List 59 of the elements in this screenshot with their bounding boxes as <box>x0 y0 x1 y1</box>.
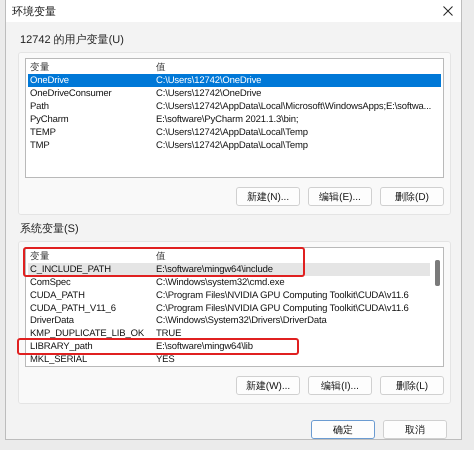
variable-row[interactable]: MKL_SERIAL YES <box>28 353 430 366</box>
group-label: 12742 的用户变量(U) <box>20 32 125 47</box>
variable-row[interactable]: DriverData C:\Windows\System32\Drivers\DriverData <box>28 314 430 328</box>
variable-row[interactable]: KMP_DUPLICATE_LIB_OK TRUE <box>28 327 430 340</box>
variable-value: C:\Users\12742\AppData\Local\Microsoft\WindowsApps;E:\softwa... <box>156 101 432 112</box>
variable-value: C:\Users\12742\AppData\Local\Temp <box>156 127 309 138</box>
variable-value: C:\Windows\system32\cmd.exe <box>156 276 286 288</box>
variable-name: OneDriveConsumer <box>29 88 113 99</box>
group-label: 系统变量(S) <box>20 222 80 236</box>
close-icon[interactable] <box>443 6 453 16</box>
action-button[interactable]: 删除(L) <box>380 376 444 395</box>
variable-name: MKL_SERIAL <box>29 354 88 366</box>
column-header[interactable]: 变量 <box>28 250 156 263</box>
variable-name: Path <box>29 101 50 112</box>
variable-value: C:\Users\12742\OneDrive <box>156 88 262 99</box>
variable-value: E:\software\mingw64\lib <box>156 341 254 352</box>
variable-value: E:\software\mingw64\include <box>156 264 274 275</box>
variable-value: C:\Users\12742\OneDrive <box>156 75 262 86</box>
action-button[interactable]: 新建(N)... <box>236 187 300 206</box>
dialog-button[interactable]: 确定 <box>311 420 375 439</box>
variable-value: C:\Program Files\NVIDIA GPU Computing Toolkit\CUDA\v11.6 <box>156 290 410 301</box>
variable-name: CUDA_PATH_V11_6 <box>29 302 117 314</box>
column-header[interactable]: 变量 <box>28 61 156 74</box>
window-title: 环境变量 <box>12 4 56 18</box>
action-button[interactable]: 删除(D) <box>380 187 444 206</box>
dialog-button[interactable]: 取消 <box>383 420 447 439</box>
variable-row[interactable]: TEMP C:\Users\12742\AppData\Local\Temp <box>28 126 441 139</box>
variable-name: TMP <box>29 140 51 151</box>
action-button[interactable]: 新建(W)... <box>236 376 300 395</box>
variable-name: LIBRARY_path <box>29 341 94 352</box>
variable-row[interactable]: ComSpec C:\Windows\system32\cmd.exe <box>28 276 430 289</box>
variable-value: C:\Windows\System32\Drivers\DriverData <box>156 315 328 326</box>
scroll-thumb[interactable] <box>435 260 440 286</box>
variable-value: YES <box>156 354 176 366</box>
variable-name: ComSpec <box>29 276 72 288</box>
variable-row[interactable]: LIBRARY_path E:\software\mingw64\lib <box>28 340 430 354</box>
variable-name: KMP_DUPLICATE_LIB_OK <box>29 328 146 340</box>
variable-name: TEMP <box>29 127 57 138</box>
variable-row[interactable]: PyCharm E:\software\PyCharm 2021.1.3\bin; <box>28 113 441 126</box>
variable-name: CUDA_PATH <box>29 290 86 301</box>
variable-row[interactable]: C_INCLUDE_PATH E:\software\mingw64\include <box>28 263 430 276</box>
action-button[interactable]: 编辑(E)... <box>308 187 372 206</box>
variable-value: C:\Users\12742\AppData\Local\Temp <box>156 140 309 151</box>
variable-row[interactable]: OneDriveConsumer C:\Users\12742\OneDrive <box>28 87 441 100</box>
column-header[interactable]: 值 <box>156 61 441 74</box>
variable-row[interactable]: OneDrive C:\Users\12742\OneDrive <box>28 74 441 87</box>
variable-value: TRUE <box>156 328 182 340</box>
variable-name: C_INCLUDE_PATH <box>29 264 112 275</box>
variable-value: C:\Program Files\NVIDIA GPU Computing Toolkit\CUDA\v11.6 <box>156 302 410 314</box>
variable-row[interactable]: TMP C:\Users\12742\AppData\Local\Temp <box>28 139 441 152</box>
variable-name: DriverData <box>29 315 75 326</box>
variable-row[interactable]: Path C:\Users\12742\AppData\Local\Microsoft\WindowsApps;E:\softwa... <box>28 100 441 113</box>
variable-row[interactable]: CUDA_PATH C:\Program Files\NVIDIA GPU Computing Toolkit\CUDA\v11.6 <box>28 288 430 302</box>
action-button[interactable]: 编辑(I)... <box>308 376 372 395</box>
variable-value: E:\software\PyCharm 2021.1.3\bin; <box>156 114 300 125</box>
variable-row[interactable]: CUDA_PATH_V11_6 C:\Program Files\NVIDIA GPU Computing Toolkit\CUDA\v11.6 <box>28 302 430 314</box>
variable-name: OneDrive <box>29 75 70 86</box>
variable-name: PyCharm <box>29 114 70 125</box>
column-header[interactable]: 值 <box>156 250 430 263</box>
